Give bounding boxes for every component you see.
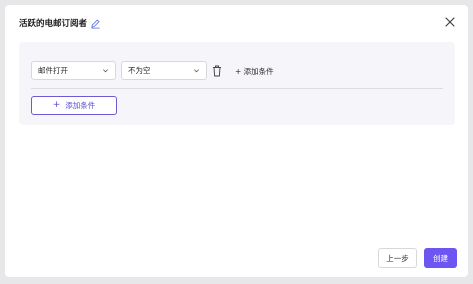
delete-condition-button[interactable]: [211, 64, 222, 77]
condition-field-value: 邮件打开: [38, 66, 68, 75]
condition-field-select[interactable]: 邮件打开: [31, 61, 116, 80]
add-condition-link[interactable]: + 添加条件: [235, 66, 274, 77]
divider: [31, 88, 443, 89]
dialog-title: 活跃的电邮订阅者: [19, 19, 88, 29]
condition-operator-select[interactable]: 不为空: [121, 61, 207, 80]
create-segment-dialog: 活跃的电邮订阅者 邮件打开 不为空 + 添加条件 + 添加条件 上一步 创建: [5, 5, 468, 277]
close-button[interactable]: [443, 15, 457, 29]
close-icon: [445, 17, 455, 27]
chevron-down-icon: [194, 69, 199, 73]
pencil-icon[interactable]: [90, 18, 101, 29]
condition-operator-value: 不为空: [128, 66, 151, 75]
conditions-panel: 邮件打开 不为空 + 添加条件 + 添加条件: [19, 42, 455, 125]
create-button[interactable]: 创建: [424, 248, 457, 268]
dialog-header: 活跃的电邮订阅者: [19, 17, 101, 29]
chevron-down-icon: [103, 69, 108, 73]
add-condition-label: 添加条件: [65, 101, 96, 110]
trash-icon: [212, 65, 221, 76]
previous-button[interactable]: 上一步: [378, 248, 417, 268]
plus-icon: +: [52, 100, 61, 110]
add-condition-button[interactable]: + 添加条件: [31, 96, 117, 115]
